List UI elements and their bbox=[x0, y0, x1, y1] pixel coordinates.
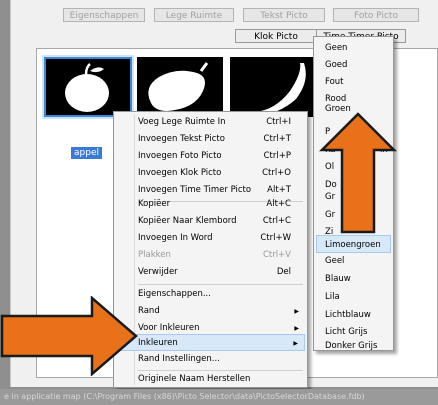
menu-item-rand[interactable]: Rand ▶ bbox=[116, 303, 305, 320]
color-item-fout[interactable]: Fout bbox=[316, 73, 391, 91]
menu-item-eigenschappen[interactable]: Eigenschappen... bbox=[116, 286, 305, 303]
color-item-label: Geen bbox=[325, 43, 348, 53]
color-item-label: Donker Grijs bbox=[325, 341, 378, 351]
menu-separator bbox=[138, 284, 303, 285]
menu-item-label: Rand bbox=[138, 306, 160, 316]
color-item-label: Goed bbox=[325, 60, 348, 70]
menu-item-label: Rand Instellingen... bbox=[138, 354, 220, 364]
menu-item-shortcut: Ctrl+W bbox=[260, 233, 291, 243]
color-item-donker-grijs[interactable]: Donker Grijs bbox=[316, 337, 391, 355]
menu-item-shortcut: Alt+C bbox=[266, 199, 291, 209]
submenu-arrow-icon: ▶ bbox=[293, 340, 298, 347]
lege-ruimte-button[interactable]: Lege Ruimte bbox=[154, 8, 234, 22]
menu-item-verwijder[interactable]: Verwijder Del bbox=[116, 264, 305, 281]
color-item-blauw[interactable]: Blauw bbox=[316, 270, 391, 288]
status-bar: e in applicatie map (C:\Program Files (x… bbox=[0, 389, 438, 405]
menu-item-invoegen-foto-picto[interactable]: Invoegen Foto Picto Ctrl+P bbox=[116, 148, 305, 165]
menu-item-label: Invoegen In Word bbox=[138, 233, 213, 243]
menu-item-label: Kopiëer Naar Klembord bbox=[138, 216, 237, 226]
menu-item-shortcut: Ctrl+C bbox=[262, 216, 291, 226]
menu-item-shortcut: Ctrl+P bbox=[263, 151, 291, 161]
menu-item-label: Inkleuren bbox=[138, 338, 178, 348]
orange-up-arrow-icon bbox=[318, 112, 398, 234]
menu-item-shortcut: Del bbox=[276, 267, 291, 277]
color-item-label: Lichtblauw bbox=[325, 310, 371, 320]
color-item-label: Geel bbox=[325, 256, 345, 266]
banana-icon bbox=[240, 63, 306, 116]
picto-banana[interactable] bbox=[230, 57, 316, 117]
picto-label-selected: appel bbox=[71, 147, 102, 159]
menu-item-label: Invoegen Tekst Picto bbox=[138, 134, 225, 144]
menu-item-originele-naam-herstellen[interactable]: Originele Naam Herstellen bbox=[116, 371, 305, 388]
color-item-lichtblauw[interactable]: Lichtblauw bbox=[316, 306, 391, 324]
picto-apple[interactable] bbox=[44, 57, 132, 117]
menu-item-kopieer-naar-klembord[interactable]: Kopiëer Naar Klembord Ctrl+C bbox=[116, 213, 305, 230]
color-item-lila[interactable]: Lila bbox=[316, 288, 391, 306]
color-item-geen[interactable]: Geen bbox=[316, 39, 391, 57]
menu-item-label: Voeg Lege Ruimte In bbox=[138, 117, 226, 127]
orange-right-arrow-icon bbox=[0, 296, 138, 376]
color-item-label: Fout bbox=[325, 77, 344, 87]
color-item-limoengroen[interactable]: Limoengroen bbox=[316, 235, 391, 253]
menu-item-invoegen-klok-picto[interactable]: Invoegen Klok Picto Ctrl+O bbox=[116, 165, 305, 182]
menu-item-invoegen-in-word[interactable]: Invoegen In Word Ctrl+W bbox=[116, 230, 305, 247]
menu-item-shortcut: Ctrl+T bbox=[263, 134, 291, 144]
color-item-label: Blauw bbox=[325, 274, 351, 284]
color-item-goed[interactable]: Goed bbox=[316, 56, 391, 74]
menu-item-invoegen-tekst-picto[interactable]: Invoegen Tekst Picto Ctrl+T bbox=[116, 131, 305, 148]
menu-item-label: Plakken bbox=[138, 250, 171, 260]
context-menu: Voeg Lege Ruimte In Ctrl+I Invoegen Tekst… bbox=[113, 111, 308, 388]
menu-item-label: Invoegen Foto Picto bbox=[138, 151, 222, 161]
menu-item-label: Verwijder bbox=[138, 267, 178, 277]
menu-item-shortcut: Ctrl+O bbox=[262, 168, 291, 178]
eigenschappen-button[interactable]: Eigenschappen bbox=[63, 8, 145, 22]
menu-item-label: Kopiëer bbox=[138, 199, 171, 209]
menu-item-voeg-lege-ruimte-in[interactable]: Voeg Lege Ruimte In Ctrl+I bbox=[116, 114, 305, 131]
menu-item-label: Originele Naam Herstellen bbox=[138, 374, 251, 384]
menu-item-plakken: Plakken Ctrl+V bbox=[116, 247, 305, 264]
menu-item-kopieer[interactable]: Kopiëer Alt+C bbox=[116, 196, 305, 213]
picto-pear[interactable] bbox=[137, 57, 223, 117]
menu-item-rand-instellingen[interactable]: Rand Instellingen... bbox=[116, 351, 305, 368]
menu-item-label: Invoegen Klok Picto bbox=[138, 168, 222, 178]
color-item-label: Lila bbox=[325, 292, 340, 302]
tekst-picto-button[interactable]: Tekst Picto bbox=[243, 8, 325, 22]
color-item-geel[interactable]: Geel bbox=[316, 252, 391, 270]
apple-icon bbox=[65, 63, 109, 112]
pear-icon bbox=[148, 62, 209, 111]
klok-picto-button[interactable]: Klok Picto bbox=[235, 29, 317, 43]
foto-picto-button[interactable]: Foto Picto bbox=[333, 8, 419, 22]
menu-item-shortcut: Ctrl+I bbox=[266, 117, 291, 127]
submenu-arrow-icon: ▶ bbox=[294, 308, 299, 315]
menu-item-shortcut: Ctrl+V bbox=[262, 250, 291, 260]
menu-item-label: Eigenschappen... bbox=[138, 289, 211, 299]
menu-item-inkleuren[interactable]: Inkleuren ▶ bbox=[116, 334, 305, 351]
